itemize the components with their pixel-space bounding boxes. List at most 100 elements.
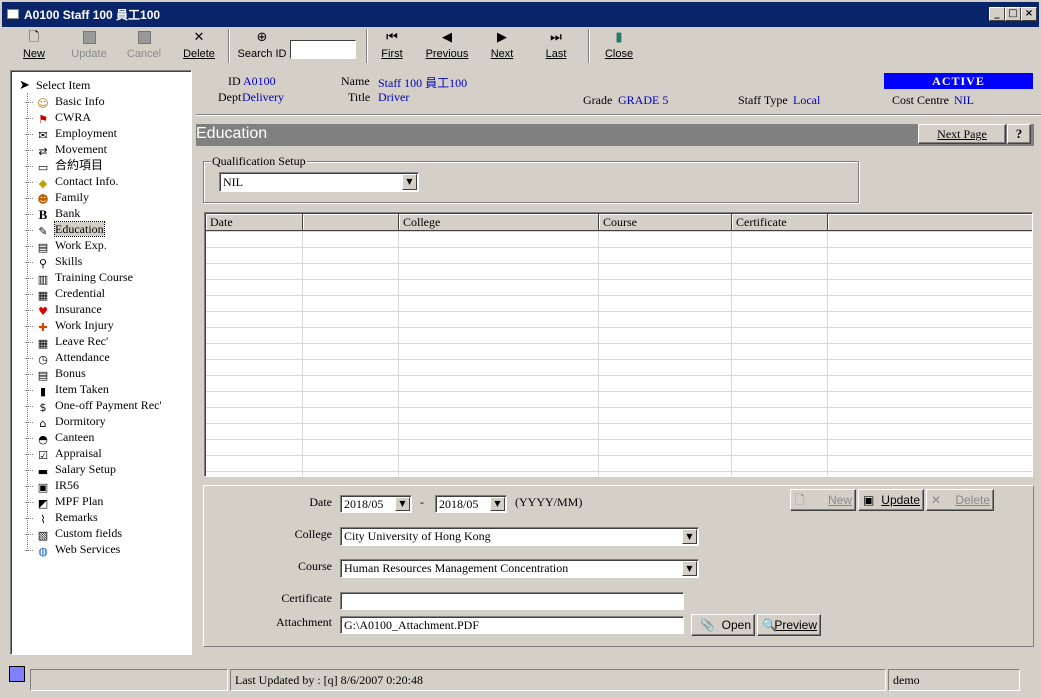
- cancel-icon: [123, 29, 165, 46]
- first-button[interactable]: ⏮ First: [378, 27, 406, 65]
- chevron-down-icon[interactable]: ▼: [490, 497, 505, 511]
- tree-item[interactable]: ◷ Attendance: [25, 349, 110, 366]
- app-icon[interactable]: [7, 9, 19, 19]
- tree-item[interactable]: $ One-off Payment Rec': [25, 397, 162, 414]
- table-body[interactable]: [206, 231, 1032, 476]
- tree-item[interactable]: ▧ Custom fields: [25, 525, 122, 542]
- education-table: Date College Course Certificate: [204, 212, 1033, 477]
- grade-value: GRADE 5: [618, 93, 669, 107]
- certificate-input[interactable]: [340, 592, 684, 610]
- chevron-down-icon[interactable]: ▼: [682, 561, 697, 576]
- qualification-select[interactable]: NIL ▼: [219, 172, 419, 192]
- tree-item[interactable]: ▥ Training Course: [25, 269, 133, 286]
- cost-centre-label: Cost Centre: [892, 93, 949, 107]
- tree-item[interactable]: ⚑ CWRA: [25, 109, 91, 126]
- section-header: Education Next Page ?: [196, 124, 1034, 146]
- minimize-button[interactable]: _: [989, 7, 1005, 21]
- column-header-course[interactable]: Course: [599, 214, 732, 231]
- previous-record-icon: ◀: [442, 30, 452, 45]
- tree-item[interactable]: ✎ Education: [25, 221, 105, 238]
- tree-item[interactable]: ◓ Canteen: [25, 429, 94, 446]
- column-header-certificate[interactable]: Certificate: [732, 214, 828, 231]
- tree-item[interactable]: ▦ Credential: [25, 285, 105, 302]
- tree-item[interactable]: ◩ MPF Plan: [25, 493, 103, 510]
- tree-item-label: Skills: [55, 254, 83, 268]
- next-page-button[interactable]: Next Page: [918, 124, 1006, 144]
- tree-item[interactable]: ◍ Web Services: [25, 541, 121, 558]
- table-header: Date College Course Certificate: [206, 214, 1032, 231]
- cancel-button[interactable]: Cancel: [123, 27, 165, 65]
- form-new-button[interactable]: 🗋 New: [790, 489, 856, 511]
- save-disk-icon: ▣: [863, 493, 875, 507]
- tree-connector: [25, 245, 33, 247]
- column-divider: [731, 231, 732, 476]
- update-button[interactable]: Update: [66, 27, 112, 65]
- date-from-select[interactable]: 2018/05 ▼: [340, 495, 412, 513]
- qualification-setup-legend: Qualification Setup: [211, 154, 307, 168]
- tree-item[interactable]: ▤ Work Exp.: [25, 237, 107, 254]
- close-window-button[interactable]: ×: [1021, 7, 1037, 21]
- tree-item[interactable]: ⌂ Dormitory: [25, 413, 106, 430]
- last-button[interactable]: ⏭ Last: [543, 27, 569, 65]
- tree-item[interactable]: ▣ IR56: [25, 477, 79, 494]
- education-edit-form: Date 2018/05 ▼ - 2018/05 ▼ (YYYY/MM) 🗋 N…: [203, 485, 1034, 647]
- search-id-button[interactable]: ⊕ Search ID: [236, 27, 288, 65]
- chevron-down-icon[interactable]: ▼: [402, 174, 417, 190]
- tree-item[interactable]: ☺ Basic Info: [25, 93, 105, 110]
- tree-item[interactable]: ☑ Appraisal: [25, 445, 102, 462]
- attachment-input[interactable]: G:\A0100_Attachment.PDF: [340, 616, 684, 634]
- new-button[interactable]: 🗋 New: [18, 27, 50, 65]
- previous-button[interactable]: ◀ Previous: [424, 27, 470, 65]
- date-format-hint: (YYYY/MM): [515, 495, 583, 509]
- tree-connector: [25, 501, 33, 503]
- chevron-down-icon[interactable]: ▼: [682, 529, 697, 544]
- tree-item[interactable]: ◆ Contact Info.: [25, 173, 118, 190]
- id-label: ID: [228, 74, 241, 88]
- tree-item[interactable]: ✚ Work Injury: [25, 317, 114, 334]
- college-select[interactable]: City University of Hong Kong ▼: [340, 527, 699, 546]
- help-button[interactable]: ?: [1007, 124, 1031, 144]
- tree-item[interactable]: ☻ Family: [25, 189, 90, 206]
- search-id-input[interactable]: [290, 40, 356, 59]
- tree-item-label: 合約項目: [55, 158, 104, 172]
- column-header-college[interactable]: College: [399, 214, 599, 231]
- dept-value: Delivery: [242, 90, 284, 104]
- tree-item[interactable]: ⚲ Skills: [25, 253, 83, 270]
- tree-item[interactable]: ♥ Insurance: [25, 301, 102, 318]
- tree-root[interactable]: ➤ Select Item: [19, 77, 90, 93]
- column-divider: [827, 231, 828, 476]
- open-attachment-button[interactable]: 📎 Open: [691, 614, 755, 636]
- tree-item[interactable]: ⇄ Movement: [25, 141, 107, 158]
- pointer-icon: ➤: [19, 78, 30, 93]
- form-update-button[interactable]: ▣ Update: [858, 489, 924, 511]
- chevron-down-icon[interactable]: ▼: [395, 497, 410, 511]
- tree-item-label: Family: [55, 190, 90, 204]
- header-divider: [196, 114, 1041, 116]
- column-header-date[interactable]: Date: [206, 214, 303, 231]
- last-updated-text: Last Updated by : [q] 8/6/2007 0:20:48: [230, 669, 886, 691]
- close-button[interactable]: ▮ Close: [604, 27, 634, 65]
- preview-attachment-button[interactable]: 🔍 Preview: [757, 614, 821, 636]
- tree-item[interactable]: ▦ Leave Rec': [25, 333, 108, 350]
- column-header-extra[interactable]: [828, 214, 1032, 231]
- tree-item[interactable]: ▬ Salary Setup: [25, 461, 116, 478]
- date-separator: -: [420, 495, 424, 509]
- tree-item[interactable]: ▮ Item Taken: [25, 381, 109, 398]
- tree-item[interactable]: ✉ Employment: [25, 125, 117, 142]
- tree-item-label: Web Services: [55, 542, 121, 556]
- tree-connector: [25, 373, 33, 375]
- column-header-blank[interactable]: [303, 214, 399, 231]
- tree-item[interactable]: ▤ Bonus: [25, 365, 86, 382]
- date-to-select[interactable]: 2018/05 ▼: [435, 495, 507, 513]
- tree-item[interactable]: ⌇ Remarks: [25, 509, 98, 526]
- tree-item-label: CWRA: [55, 110, 91, 124]
- tree-item[interactable]: B Bank: [25, 205, 80, 222]
- next-button[interactable]: ▶ Next: [488, 27, 516, 65]
- tree-item[interactable]: ▭ 合約項目: [25, 157, 104, 174]
- maximize-button[interactable]: □: [1005, 7, 1021, 21]
- form-delete-button[interactable]: ✕ Delete: [926, 489, 994, 511]
- tree-connector: [25, 389, 33, 391]
- tree-connector: [25, 213, 33, 215]
- course-select[interactable]: Human Resources Management Concentration…: [340, 559, 699, 578]
- delete-button[interactable]: ✕ Delete: [180, 27, 218, 65]
